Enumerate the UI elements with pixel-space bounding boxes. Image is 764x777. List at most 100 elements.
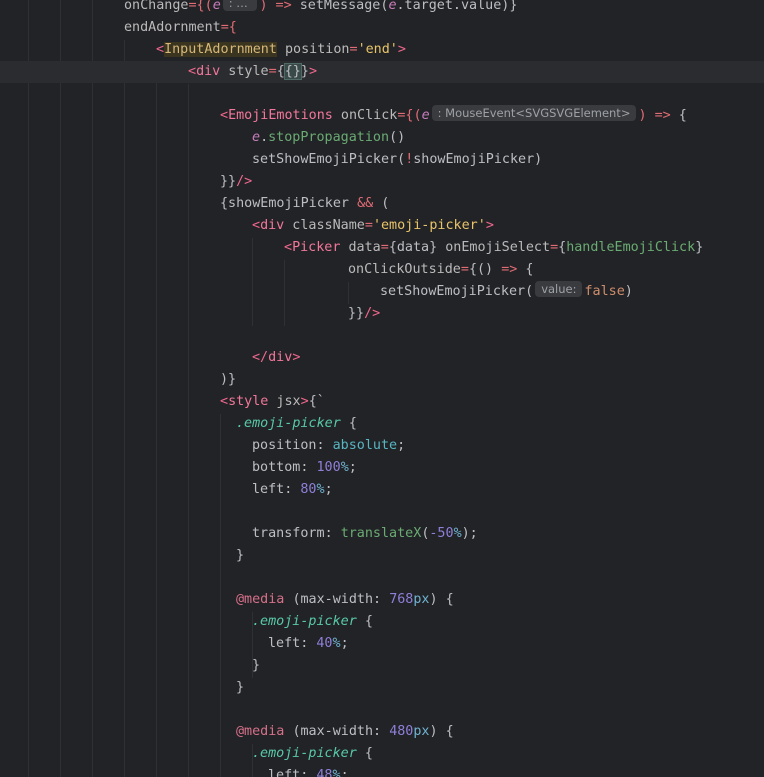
code-token: setShowEmojiPicker( — [380, 284, 534, 299]
code-token: setShowEmojiPicker( — [252, 152, 406, 167]
code-line[interactable]: transform: translateX(-50%); — [252, 523, 478, 545]
code-token: > — [292, 350, 301, 365]
code-line[interactable]: left: 80%; — [252, 479, 333, 501]
code-token: : — [300, 768, 317, 777]
code-token: : — [324, 526, 341, 541]
code-token: setMessage( — [299, 0, 389, 13]
code-token: .emoji-picker — [252, 614, 365, 629]
code-line[interactable]: {showEmojiPicker && ( — [220, 193, 389, 215]
code-line[interactable]: )} — [220, 369, 236, 391]
code-token: < — [252, 218, 261, 233]
code-token: < — [220, 394, 229, 409]
code-line[interactable]: }}/> — [348, 303, 380, 325]
code-token: 80 — [300, 482, 317, 497]
code-line[interactable]: e.stopPropagation() — [252, 127, 405, 149]
code-token: Picker — [292, 240, 341, 255]
code-token: } — [300, 64, 309, 79]
code-line[interactable]: <InputAdornment position='end'> — [156, 39, 406, 61]
code-token: className — [284, 218, 365, 233]
indent-guide — [28, 0, 29, 777]
code-token: < — [156, 42, 165, 57]
code-token: ; — [397, 438, 406, 453]
code-token: < — [284, 240, 293, 255]
code-line[interactable]: @media (max-width: 480px) { — [236, 721, 454, 743]
code-token: 40 — [316, 636, 333, 651]
code-line[interactable]: endAdornment={ — [124, 17, 237, 39]
code-token: ={ — [220, 20, 237, 35]
code-line[interactable]: onChange={(e: … ) => setMessage(e.target… — [124, 0, 517, 17]
code-token: > — [308, 64, 317, 79]
code-token: { — [525, 262, 534, 277]
code-token: : — [300, 460, 317, 475]
code-token: ; — [324, 482, 333, 497]
code-line[interactable]: <style jsx>{` — [220, 391, 325, 413]
code-token: data — [340, 240, 381, 255]
code-token: )} — [220, 372, 237, 387]
code-token: ) { — [429, 724, 454, 739]
indent-guide — [252, 238, 253, 326]
code-line[interactable]: }}/> — [220, 171, 252, 193]
code-line[interactable]: <Picker data={data} onEmojiSelect={handl… — [284, 237, 703, 259]
code-token: false — [584, 284, 625, 299]
code-token: ) — [624, 284, 633, 299]
code-token: ) => — [638, 108, 679, 123]
code-line[interactable]: @media (max-width: 768px) { — [236, 589, 454, 611]
code-token: 480 — [389, 724, 414, 739]
indent-guide — [124, 40, 125, 777]
current-line-highlight — [0, 61, 764, 83]
code-line[interactable]: .emoji-picker { — [252, 611, 373, 633]
code-line[interactable]: setShowEmojiPicker(!showEmojiPicker) — [252, 149, 542, 171]
code-token: 'emoji-picker' — [372, 218, 486, 233]
code-token: . — [260, 130, 269, 145]
code-line[interactable]: left: 40%; — [268, 633, 349, 655]
code-line[interactable]: <div style={{}}> — [188, 61, 317, 83]
code-token: 'end' — [357, 42, 398, 57]
code-line[interactable]: .emoji-picker { — [252, 743, 373, 765]
code-token: absolute — [332, 438, 398, 453]
code-token: position — [276, 42, 350, 57]
code-line[interactable]: </div> — [252, 347, 300, 369]
code-token: e — [421, 108, 430, 123]
inlay-hint: : … — [222, 0, 258, 11]
code-token: = — [349, 42, 358, 57]
code-token: px — [413, 724, 430, 739]
code-line[interactable]: .emoji-picker { — [236, 413, 357, 435]
code-token: 100 — [316, 460, 341, 475]
code-token: .target.value)} — [396, 0, 518, 13]
code-token: .emoji-picker — [236, 416, 349, 431]
code-token: { — [348, 416, 357, 431]
code-token: { — [364, 746, 373, 761]
code-line[interactable]: onClickOutside={() => { — [348, 259, 533, 281]
indent-guide — [92, 0, 93, 777]
code-editor[interactable]: onChange={(e: … ) => setMessage(e.target… — [0, 0, 764, 777]
code-token: = — [380, 240, 389, 255]
code-token: > — [397, 42, 406, 57]
code-token: > — [300, 394, 309, 409]
code-line[interactable]: } — [236, 545, 244, 567]
code-token: ) { — [429, 592, 454, 607]
code-token: = — [460, 262, 469, 277]
code-line[interactable]: position: absolute; — [252, 435, 405, 457]
code-token: style — [228, 394, 269, 409]
code-token: bottom — [252, 460, 301, 475]
code-line[interactable]: setShowEmojiPicker(value: false) — [380, 281, 633, 303]
indent-guide — [188, 84, 189, 777]
code-token: left — [252, 482, 285, 497]
code-token: ) => — [259, 0, 300, 13]
code-line[interactable]: <div className='emoji-picker'> — [252, 215, 494, 237]
code-line[interactable]: } — [252, 655, 260, 677]
code-line[interactable]: } — [236, 677, 244, 699]
code-line[interactable]: left: 48%; — [268, 765, 349, 777]
code-token: EmojiEmotions — [228, 108, 333, 123]
code-line[interactable]: bottom: 100%; — [252, 457, 357, 479]
code-token: ; — [340, 768, 349, 777]
code-token: ( — [381, 196, 390, 211]
code-token: /> — [236, 174, 253, 189]
code-token: }} — [220, 174, 237, 189]
code-token: px — [413, 592, 430, 607]
code-token: jsx — [268, 394, 301, 409]
code-line[interactable]: <EmojiEmotions onClick={(e: MouseEvent<S… — [220, 105, 687, 127]
code-token: div — [260, 218, 285, 233]
inlay-hint: : MouseEvent<SVGSVGElement> — [431, 105, 637, 121]
code-token: % — [340, 460, 349, 475]
